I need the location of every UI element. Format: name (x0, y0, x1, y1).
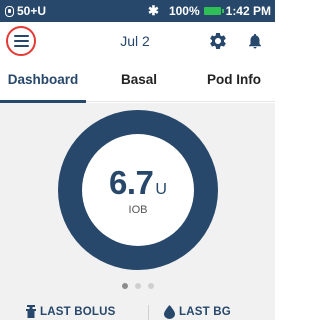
summary-row: LAST BOLUS LAST BG (0, 303, 275, 320)
pod-icon (5, 5, 14, 17)
last-bolus[interactable]: LAST BOLUS (26, 305, 115, 318)
dashboard-panel: 6.7 U IOB LAST BOLUS LAST BG (0, 103, 275, 320)
blood-drop-icon (164, 305, 175, 319)
tab-bar: Dashboard Basal Pod Info (0, 60, 275, 103)
iob-center: 6.7 U IOB (82, 134, 194, 246)
status-time: 1:42 PM (225, 4, 271, 18)
pdm-screen: 50+U ✱ 100% 1:42 PM Jul 2 Dashboard Basa… (0, 0, 275, 320)
battery-icon (203, 7, 224, 15)
header-date: Jul 2 (120, 33, 150, 49)
notifications-button[interactable] (246, 31, 264, 51)
bluetooth-icon: ✱ (148, 3, 159, 18)
hamburger-menu-icon (13, 35, 29, 47)
battery-percent: 100% (168, 4, 200, 18)
gear-icon (210, 32, 226, 49)
iob-label: IOB (128, 204, 148, 216)
last-bg[interactable]: LAST BG (164, 305, 231, 319)
page-dot-1[interactable] (121, 283, 128, 289)
pod-status: 50+U (0, 4, 46, 18)
page-dot-3[interactable] (147, 283, 154, 289)
settings-button[interactable] (208, 31, 228, 51)
summary-divider (148, 305, 149, 320)
iob-ring[interactable]: 6.7 U IOB (58, 110, 218, 270)
status-right-group: ✱ 100% 1:42 PM (148, 0, 271, 22)
iob-value: 6.7 U (82, 164, 194, 202)
last-bolus-label: LAST BOLUS (40, 305, 116, 318)
page-dot-2[interactable] (134, 283, 141, 289)
iob-number: 6.7 (109, 164, 154, 201)
app-header: Jul 2 (0, 22, 275, 60)
bolus-icon (26, 305, 36, 318)
last-bg-label: LAST BG (179, 306, 231, 318)
status-bar: 50+U ✱ 100% 1:42 PM (0, 0, 275, 22)
tab-dashboard[interactable]: Dashboard (0, 60, 86, 103)
iob-unit: U (155, 181, 167, 198)
tab-pod-info[interactable]: Pod Info (193, 60, 275, 102)
pod-status-text: 50+U (17, 4, 47, 18)
bell-icon (249, 33, 261, 49)
menu-button[interactable] (6, 26, 36, 56)
page-indicator[interactable] (0, 283, 275, 289)
tab-basal[interactable]: Basal (103, 60, 175, 102)
